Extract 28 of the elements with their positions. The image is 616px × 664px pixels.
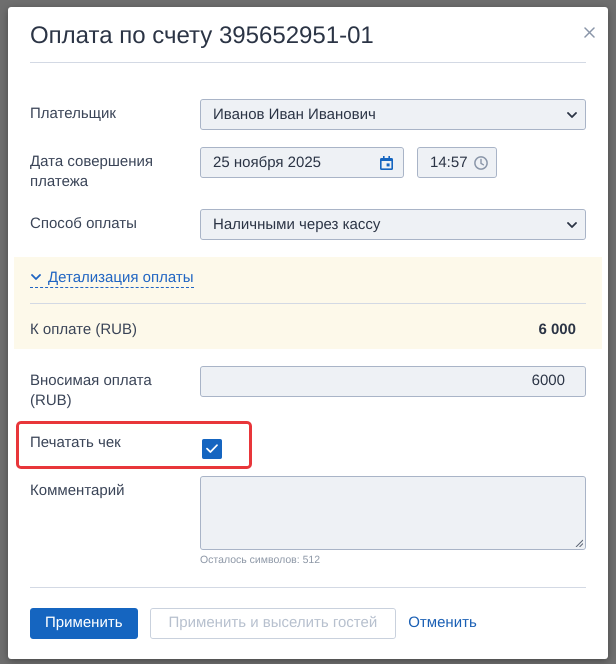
details-toggle[interactable]: Детализация оплаты: [30, 268, 194, 288]
total-label: К оплате (RUB): [30, 320, 138, 340]
date-field[interactable]: 25 ноября 2025: [200, 147, 404, 178]
field-label: Вносимая оплата (RUB): [30, 370, 153, 410]
total-amount: 6 000: [538, 320, 576, 340]
apply-button[interactable]: Применить: [30, 608, 138, 638]
close-icon[interactable]: [584, 27, 595, 38]
dialog-title: Оплата по счету 395652951-01: [30, 21, 374, 51]
field-label: Плательщик: [30, 104, 117, 124]
field-label: Печатать чек: [30, 432, 122, 452]
resize-handle-icon[interactable]: [575, 538, 583, 546]
field-label: Комментарий: [30, 480, 126, 500]
time-field[interactable]: 14:57: [417, 147, 497, 178]
chevron-down-icon: [567, 112, 577, 118]
field-label: Способ оплаты: [30, 214, 138, 234]
chevron-down-icon: [31, 274, 41, 280]
clock-icon: [474, 156, 488, 170]
amount-field[interactable]: 6000: [200, 366, 586, 396]
calendar-icon: [380, 156, 393, 170]
checkmark-icon: [206, 444, 218, 453]
cancel-link[interactable]: Отменить: [408, 608, 477, 638]
comment-field[interactable]: [200, 476, 586, 550]
field-label: Дата совершения платежа: [30, 152, 154, 192]
chevron-down-icon: [567, 222, 577, 228]
character-counter: Осталось символов: 512: [200, 552, 322, 566]
dropdown-field[interactable]: Наличными через кассу: [200, 209, 586, 240]
checkbox[interactable]: [202, 438, 222, 458]
dropdown-field[interactable]: Иванов Иван Иванович: [200, 99, 586, 130]
